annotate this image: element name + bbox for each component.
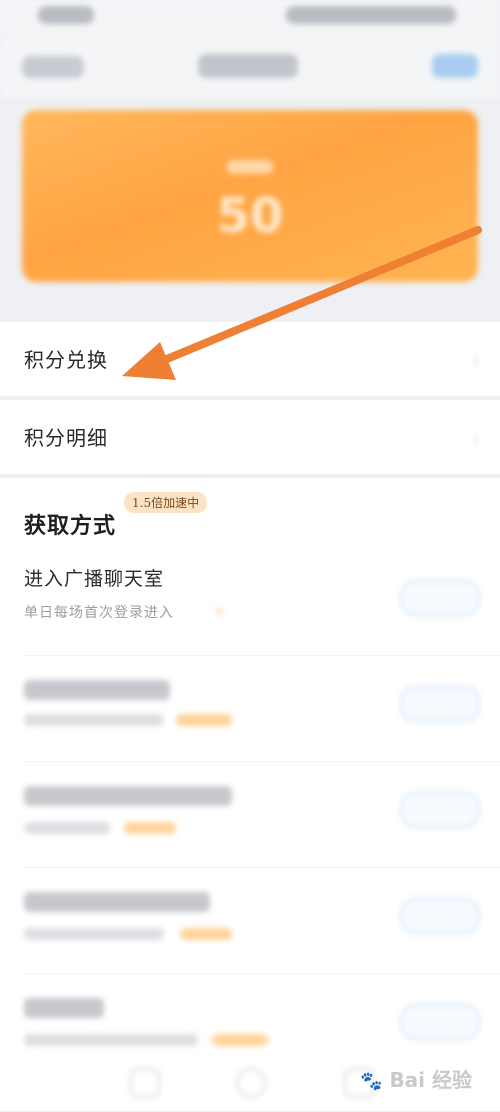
annotation-arrow — [122, 226, 482, 380]
arrow-shaft — [146, 226, 482, 370]
arrow-head — [122, 342, 176, 380]
